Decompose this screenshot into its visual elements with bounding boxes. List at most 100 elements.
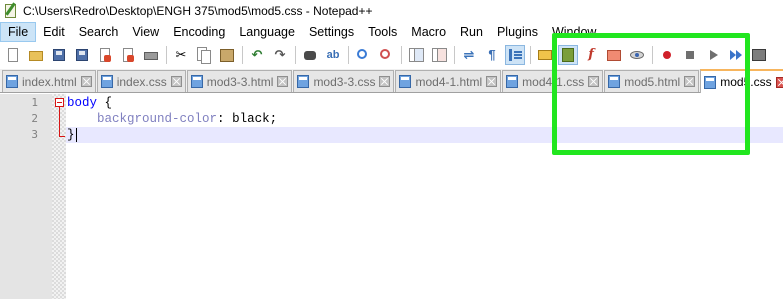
tab-label: index.html: [22, 74, 77, 89]
window-title: C:\Users\Redro\Desktop\ENGH 375\mod5\mod…: [23, 4, 373, 18]
file-icon: [399, 75, 412, 88]
paste-icon: [219, 47, 235, 63]
word-wrap-icon: ⇌: [463, 46, 475, 62]
toolbar-separator: [401, 45, 402, 64]
undo-icon: ↶: [251, 46, 263, 62]
colon: :: [217, 112, 233, 126]
menu-tools[interactable]: Tools: [361, 22, 404, 42]
tab-mod3-3-css[interactable]: mod3-3.css: [293, 70, 395, 92]
copy-button[interactable]: [194, 45, 214, 65]
zoom-out-button[interactable]: [376, 45, 396, 65]
menu-view[interactable]: View: [125, 22, 166, 42]
new-file-icon: [5, 47, 21, 63]
word-wrap-button[interactable]: ⇌: [459, 45, 479, 65]
menu-file[interactable]: File: [0, 22, 37, 42]
show-all-characters-button[interactable]: ¶: [482, 45, 502, 65]
close-icon: [97, 47, 113, 63]
close-tab-icon[interactable]: [80, 76, 92, 87]
menu-language[interactable]: Language: [232, 22, 302, 42]
indent-guide-button[interactable]: [505, 44, 525, 65]
close-tab-icon[interactable]: [379, 76, 391, 87]
file-icon: [6, 75, 18, 88]
replace-icon: ab: [326, 48, 340, 61]
fold-guide: [59, 107, 60, 137]
line-number: 2: [31, 112, 38, 125]
toolbar-separator: [348, 45, 349, 64]
sync-vertical-icon: [408, 47, 424, 63]
tab-index-html[interactable]: index.html: [2, 70, 96, 92]
find-button[interactable]: [300, 45, 320, 65]
show-all-characters-icon: ¶: [488, 46, 496, 62]
save-macro-icon: [751, 47, 767, 63]
tab-mod4-1-html[interactable]: mod4-1.html: [395, 70, 502, 92]
fold-guide-end: [59, 136, 65, 137]
tab-label: mod3-3.html: [206, 74, 274, 89]
toolbar-separator: [295, 45, 296, 64]
sync-vertical-button[interactable]: [406, 45, 426, 65]
close-tab-icon[interactable]: [775, 76, 783, 88]
find-icon: [302, 47, 318, 63]
menu-search[interactable]: Search: [72, 22, 126, 42]
notepad-plus-plus-icon: [3, 2, 19, 19]
semicolon: ;: [269, 112, 278, 126]
cut-button[interactable]: ✂: [171, 45, 191, 65]
file-icon: [297, 75, 310, 88]
user-defined-language-icon: [537, 47, 553, 63]
new-file-button[interactable]: [3, 45, 23, 65]
menu-encoding[interactable]: Encoding: [166, 22, 232, 42]
open-file-icon: [28, 47, 44, 63]
file-icon: [100, 75, 113, 88]
redo-icon: ↷: [274, 46, 286, 62]
title-bar: C:\Users\Redro\Desktop\ENGH 375\mod5\mod…: [0, 0, 783, 22]
file-icon: [190, 75, 203, 88]
redo-button[interactable]: ↷: [270, 45, 290, 65]
replace-button[interactable]: ab: [323, 45, 343, 65]
indent-guide-icon: [507, 47, 523, 63]
close-tab-icon[interactable]: [170, 76, 182, 87]
tab-mod3-3-html[interactable]: mod3-3.html: [186, 70, 293, 92]
tab-label: mod3-3.css: [313, 74, 376, 89]
save-icon: [51, 47, 67, 63]
open-brace: {: [97, 96, 113, 110]
zoom-in-icon: [355, 47, 371, 63]
close-tab-icon[interactable]: [277, 76, 289, 87]
close-button[interactable]: [95, 45, 115, 65]
toolbar-separator: [454, 45, 455, 64]
close-brace: }: [67, 128, 75, 142]
file-icon: [506, 75, 519, 88]
sync-horizontal-icon: [431, 47, 447, 63]
print-icon: [143, 47, 159, 63]
save-all-icon: [74, 47, 90, 63]
sync-horizontal-button[interactable]: [429, 45, 449, 65]
close-all-icon: [120, 47, 136, 63]
menu-edit[interactable]: Edit: [36, 22, 72, 42]
save-all-button[interactable]: [72, 45, 92, 65]
menu-macro[interactable]: Macro: [404, 22, 453, 42]
open-file-button[interactable]: [26, 45, 46, 65]
close-tab-icon[interactable]: [486, 76, 498, 87]
toolbar-separator: [166, 45, 167, 64]
menu-run[interactable]: Run: [453, 22, 490, 42]
css-selector: body: [67, 96, 98, 110]
cut-icon: ✂: [175, 46, 187, 62]
zoom-in-button[interactable]: [353, 45, 373, 65]
undo-button[interactable]: ↶: [247, 45, 267, 65]
print-button[interactable]: [141, 45, 161, 65]
save-button[interactable]: [49, 45, 69, 65]
save-macro-button[interactable]: [749, 45, 769, 65]
line-number: 1: [31, 96, 38, 109]
tab-index-css[interactable]: index.css: [96, 70, 186, 92]
menu-plugins[interactable]: Plugins: [490, 22, 545, 42]
toolbar-separator: [242, 45, 243, 64]
paste-button[interactable]: [217, 45, 237, 65]
css-property: background-color: [97, 112, 218, 126]
tab-label: index.css: [116, 74, 167, 89]
toolbar-separator: [530, 45, 531, 64]
close-all-button[interactable]: [118, 45, 138, 65]
fold-collapse-icon[interactable]: [55, 98, 64, 107]
line-number-gutter: 1 2 3: [0, 94, 52, 299]
line-number: 3: [31, 128, 38, 141]
menu-settings[interactable]: Settings: [302, 22, 361, 42]
text-caret: [75, 127, 77, 142]
